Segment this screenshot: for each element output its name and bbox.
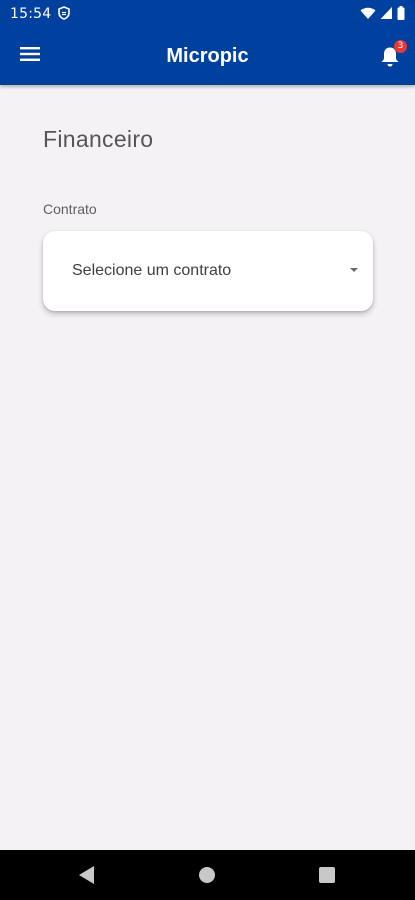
back-icon[interactable] — [79, 866, 94, 884]
status-time: 15:54 — [10, 6, 52, 22]
contract-label: Contrato — [43, 201, 97, 217]
contract-select[interactable]: Selecione um contrato — [43, 231, 373, 311]
notifications-button[interactable]: 3 — [373, 38, 409, 74]
app-bar: Micropic 3 — [0, 28, 415, 85]
signal-icon — [380, 6, 393, 25]
status-indicators — [360, 6, 405, 25]
home-icon[interactable] — [199, 867, 215, 883]
shield-icon — [58, 6, 70, 25]
app-title: Micropic — [166, 45, 249, 67]
recents-icon[interactable] — [319, 867, 335, 883]
wifi-icon — [360, 6, 376, 25]
page-title: Financeiro — [43, 126, 154, 152]
system-nav-bar — [0, 850, 415, 900]
status-bar: 15:54 — [0, 0, 415, 28]
contract-select-value: Selecione um contrato — [72, 262, 232, 279]
notification-badge: 3 — [394, 40, 407, 53]
caret-down-icon — [350, 268, 358, 272]
battery-icon — [397, 6, 405, 25]
